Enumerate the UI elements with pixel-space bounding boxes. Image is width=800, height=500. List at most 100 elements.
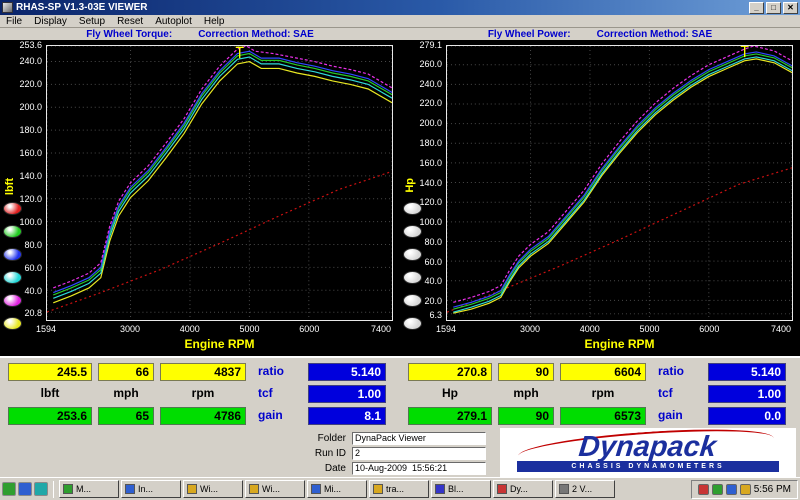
system-tray: 5:56 PM xyxy=(690,479,798,499)
series-speed-trace xyxy=(447,167,792,313)
x-tick-label: 1594 xyxy=(435,324,457,334)
readout-side-value: 5.140 xyxy=(308,363,386,381)
task-window-icon xyxy=(125,484,135,494)
tray-icon-4 xyxy=(739,483,751,495)
y-tick-label: 80.0 xyxy=(424,236,442,247)
channel-button-5[interactable] xyxy=(3,294,22,307)
y-tick-label: 140.0 xyxy=(419,177,442,188)
x-tick-label: 6000 xyxy=(299,324,320,334)
date-input[interactable] xyxy=(352,461,486,475)
run-id-label: Run ID xyxy=(314,447,346,459)
y-tick-label: 100.0 xyxy=(419,217,442,228)
y-tick-label: 6.3 xyxy=(429,309,442,320)
power-chart-body: Hp 279.1 260.0 240.0 220.0 200.0 180.0 160.0 14… xyxy=(400,40,800,356)
quick-launch-icon-3[interactable] xyxy=(34,482,48,496)
taskbar-button[interactable]: Bl... xyxy=(431,480,491,498)
channel-button-3[interactable] xyxy=(403,248,422,261)
cursor-value-cell: 245.5 xyxy=(8,363,92,381)
channel-button-1[interactable] xyxy=(403,202,422,215)
torque-readout-grid: 245.5 66 4837 ratio 5.140 lbft mph rpm tcf 1.00 25… xyxy=(0,358,400,430)
cursor-value-cell: 270.8 xyxy=(408,363,492,381)
taskbar-button[interactable]: Mi... xyxy=(307,480,367,498)
y-tick-label: 40.0 xyxy=(24,286,42,297)
taskbar-button[interactable]: M... xyxy=(59,480,119,498)
channel-button-6[interactable] xyxy=(3,317,22,330)
run-id-input[interactable] xyxy=(352,446,486,460)
taskbar-button-label: 2 V... xyxy=(572,484,593,494)
torque-chart-panel: Fly Wheel Torque: Correction Method: SAE… xyxy=(0,28,400,428)
torque-x-ticks: 1594 3000 4000 5000 6000 7400 xyxy=(0,324,400,335)
task-window-icon xyxy=(373,484,383,494)
channel-button-5[interactable] xyxy=(403,294,422,307)
peak-value-cell: 90 xyxy=(498,407,554,425)
quick-launch-icon-1[interactable] xyxy=(2,482,16,496)
readout-side-label: tcf xyxy=(658,386,673,400)
taskbar: M... In... Wi... Wi... Mi... tra... Bl... Dy...… xyxy=(0,477,800,500)
power-chart-header: Fly Wheel Power: Correction Method: SAE xyxy=(400,28,800,40)
y-tick-label: 60.0 xyxy=(24,263,42,273)
y-tick-label: 20.8 xyxy=(24,308,42,319)
tray-icon-3 xyxy=(725,483,737,495)
series-run-blue xyxy=(53,50,392,294)
torque-channel-buttons xyxy=(3,202,22,330)
taskbar-button-label: Wi... xyxy=(200,484,218,494)
channel-button-2[interactable] xyxy=(403,225,422,238)
menu-help[interactable]: Help xyxy=(198,16,231,27)
y-tick-label: 200.0 xyxy=(19,101,42,112)
unit-label-cell: rpm xyxy=(191,386,215,400)
tray-icon-2 xyxy=(711,483,723,495)
y-tick-label: 180.0 xyxy=(19,124,42,135)
task-buttons: M... In... Wi... Wi... Mi... tra... Bl... Dy...… xyxy=(59,480,615,498)
menu-setup[interactable]: Setup xyxy=(73,16,111,27)
taskbar-button-label: Bl... xyxy=(448,484,464,494)
peak-value-cell: 279.1 xyxy=(408,407,492,425)
y-tick-label: 220.0 xyxy=(19,78,42,89)
channel-button-4[interactable] xyxy=(403,271,422,284)
y-tick-label: 180.0 xyxy=(419,137,442,148)
unit-label-cell: Hp xyxy=(442,386,458,400)
series-run-cyan xyxy=(453,56,792,313)
folder-input[interactable] xyxy=(352,431,486,445)
quick-launch-icon-2[interactable] xyxy=(18,482,32,496)
close-button[interactable]: ✕ xyxy=(783,1,798,14)
cursor-value-cell: 4837 xyxy=(160,363,246,381)
torque-header-title: Fly Wheel Torque: xyxy=(86,28,173,40)
channel-button-3[interactable] xyxy=(3,248,22,261)
channel-button-6[interactable] xyxy=(403,317,422,330)
power-header-title: Fly Wheel Power: xyxy=(487,28,571,40)
menu-autoplot[interactable]: Autoplot xyxy=(149,16,198,27)
taskbar-button[interactable]: In... xyxy=(121,480,181,498)
channel-button-4[interactable] xyxy=(3,271,22,284)
x-tick-label: 4000 xyxy=(579,324,600,334)
minimize-button[interactable]: _ xyxy=(749,1,764,14)
y-tick-label: 100.0 xyxy=(19,216,42,227)
y-tick-label: 240.0 xyxy=(19,55,42,66)
menu-reset[interactable]: Reset xyxy=(111,16,149,27)
taskbar-button[interactable]: tra... xyxy=(369,480,429,498)
maximize-button[interactable]: □ xyxy=(766,1,781,14)
torque-plot-frame xyxy=(46,45,393,321)
logo-brand-text: Dynapack xyxy=(577,431,719,463)
y-tick-label: 260.0 xyxy=(419,58,442,69)
menu-display[interactable]: Display xyxy=(28,16,73,27)
taskbar-button-label: Mi... xyxy=(324,484,341,494)
power-plot-area xyxy=(447,46,792,320)
channel-button-1[interactable] xyxy=(3,202,22,215)
torque-readout-panel: 245.5 66 4837 ratio 5.140 lbft mph rpm tcf 1.00 25… xyxy=(0,356,400,428)
taskbar-button[interactable]: Wi... xyxy=(183,480,243,498)
menu-file[interactable]: File xyxy=(0,16,28,27)
series-run-blue xyxy=(453,51,792,308)
readout-side-label: ratio xyxy=(658,364,685,378)
title-bar: RHAS-SP V1.3-03E VIEWER _ □ ✕ xyxy=(0,0,800,15)
torque-plot-area xyxy=(47,46,392,320)
taskbar-button[interactable]: Wi... xyxy=(245,480,305,498)
series-run-yellow xyxy=(53,60,392,304)
torque-chart-header: Fly Wheel Torque: Correction Method: SAE xyxy=(0,28,400,40)
channel-button-2[interactable] xyxy=(3,225,22,238)
taskbar-button-label: In... xyxy=(138,484,154,494)
torque-x-axis-label: Engine RPM xyxy=(184,337,255,351)
taskbar-button[interactable]: 2 V... xyxy=(555,480,615,498)
taskbar-button[interactable]: Dy... xyxy=(493,480,553,498)
task-window-icon xyxy=(497,484,507,494)
torque-correction-method: Correction Method: SAE xyxy=(198,28,314,40)
